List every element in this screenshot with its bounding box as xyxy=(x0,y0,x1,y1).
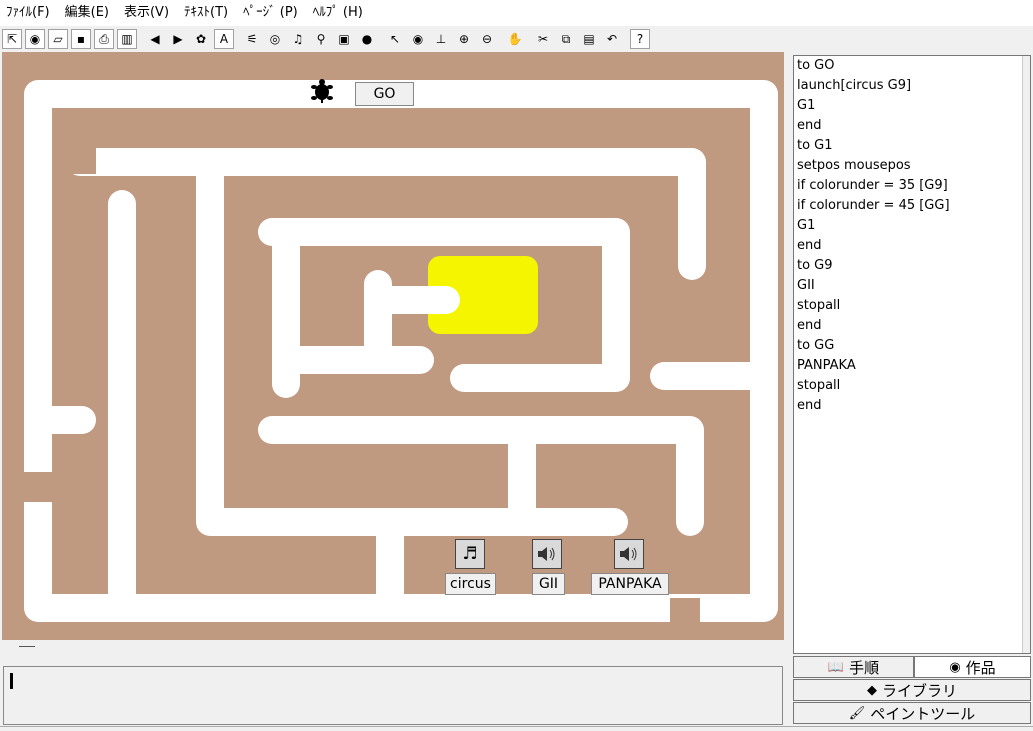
maze-paths xyxy=(24,80,778,622)
tab-paint-tools[interactable]: 🖌 ペイントツール xyxy=(793,702,1031,724)
zoom-in-icon[interactable]: ⊕ xyxy=(454,29,474,49)
shapes-icon: ◆ xyxy=(866,682,877,698)
procedure-line[interactable]: G1 xyxy=(794,216,1030,236)
procedure-line[interactable]: stopall xyxy=(794,296,1030,316)
maze-path-patch xyxy=(24,146,52,174)
video-icon[interactable]: ▣ xyxy=(334,29,354,49)
turtle-icon[interactable] xyxy=(309,78,335,104)
procedure-line[interactable]: GII xyxy=(794,276,1030,296)
procedure-line[interactable]: if colorunder = 45 [GG] xyxy=(794,196,1030,216)
menu-edit[interactable]: 編集(E) xyxy=(65,0,109,26)
menu-help[interactable]: ﾍﾙﾌﾟ (H) xyxy=(313,0,363,26)
gii-label: GII xyxy=(532,573,565,595)
globe-icon[interactable]: ◉ xyxy=(25,29,45,49)
procedure-line[interactable]: PANPAKA xyxy=(794,356,1030,376)
procedure-line[interactable]: launch[circus G9] xyxy=(794,76,1030,96)
button-icon[interactable]: ◎ xyxy=(265,29,285,49)
paste-icon[interactable]: ▤ xyxy=(579,29,599,49)
procedure-line[interactable]: end xyxy=(794,316,1030,336)
tab-library[interactable]: ◆ ライブラリ xyxy=(793,679,1031,701)
music-score-icon: ♬ xyxy=(462,544,478,564)
procedure-line[interactable]: stopall xyxy=(794,376,1030,396)
text-caret xyxy=(10,673,13,689)
circus-label: circus xyxy=(445,573,496,595)
stop-hand-icon[interactable]: ✋ xyxy=(505,29,525,49)
stamp-icon[interactable]: ⊥ xyxy=(431,29,451,49)
undo-icon[interactable]: ↶ xyxy=(602,29,622,49)
tab-procedures-label: 手順 xyxy=(849,658,880,677)
gii-sound-icon[interactable] xyxy=(532,539,562,569)
slider-icon[interactable]: ⚟ xyxy=(242,29,262,49)
toolbar: ⇱ ◉ ▱ ▪ ⎙ ▥ ◀ ▶ ✿ A ⚟ ◎ ♫ ⚲ ▣ ● ↖ ◉ ⊥ ⊕ ⊖ ✋ ✂ ⧉ ▤ ↶? xyxy=(0,26,1033,52)
page-view-icon[interactable]: ▥ xyxy=(117,29,137,49)
speaker-icon xyxy=(538,547,555,561)
record-icon[interactable]: ● xyxy=(357,29,377,49)
sound-icon[interactable]: ⚲ xyxy=(311,29,331,49)
circus-music-icon[interactable]: ♬ xyxy=(455,539,485,569)
menu-text[interactable]: ﾃｷｽﾄ(T) xyxy=(184,0,228,26)
procedure-line[interactable]: G1 xyxy=(794,96,1030,116)
procedure-line[interactable]: if colorunder = 35 [G9] xyxy=(794,176,1030,196)
tab-paint-tools-label: ペイントツール xyxy=(870,704,976,723)
tab-projects[interactable]: ◉ 作品 xyxy=(914,656,1031,678)
maze-drawing xyxy=(24,80,778,640)
new-turtle-icon[interactable]: ✿ xyxy=(191,29,211,49)
tab-library-label: ライブラリ xyxy=(881,681,957,700)
speaker-icon xyxy=(620,547,637,561)
procedures-scrollbar[interactable] xyxy=(1022,56,1030,653)
copy-icon[interactable]: ⧉ xyxy=(556,29,576,49)
scissors-icon[interactable]: ✂ xyxy=(533,29,553,49)
select-pointer-icon[interactable]: ↖ xyxy=(385,29,405,49)
procedure-line[interactable]: end xyxy=(794,236,1030,256)
message-divider xyxy=(19,646,35,647)
go-button[interactable]: GO xyxy=(355,82,414,106)
tab-projects-label: 作品 xyxy=(965,658,996,677)
procedure-line[interactable]: to G9 xyxy=(794,256,1030,276)
music-icon[interactable]: ♫ xyxy=(288,29,308,49)
print-icon[interactable]: ⎙ xyxy=(94,29,114,49)
stage-canvas[interactable]: GO ♬ circus GII PANPAKA xyxy=(2,52,784,640)
tab-procedures[interactable]: 📖 手順 xyxy=(793,656,914,678)
eye-icon[interactable]: ◉ xyxy=(408,29,428,49)
arrow-right-icon[interactable]: ▶ xyxy=(168,29,188,49)
procedure-line[interactable]: to G1 xyxy=(794,136,1030,156)
save-disk-icon[interactable]: ▪ xyxy=(71,29,91,49)
panpaka-label: PANPAKA xyxy=(591,573,669,595)
arrow-left-icon[interactable]: ◀ xyxy=(145,29,165,49)
menu-view[interactable]: 表示(V) xyxy=(124,0,169,26)
menu-page[interactable]: ﾍﾟｰｼﾞ (P) xyxy=(243,0,298,26)
globe-icon: ◉ xyxy=(949,659,961,675)
book-icon: 📖 xyxy=(827,659,845,675)
procedure-line[interactable]: end xyxy=(794,396,1030,416)
paintbrush-icon: 🖌 xyxy=(848,705,866,721)
procedure-line[interactable]: to GG xyxy=(794,336,1030,356)
status-bar xyxy=(0,726,1033,731)
zoom-out-icon[interactable]: ⊖ xyxy=(477,29,497,49)
command-center[interactable] xyxy=(3,666,783,725)
panpaka-sound-icon[interactable] xyxy=(614,539,644,569)
help-icon[interactable]: ? xyxy=(630,29,650,49)
pointer-small-icon[interactable]: ⇱ xyxy=(2,29,22,49)
menu-file[interactable]: ﾌｧｲﾙ(F) xyxy=(6,0,50,26)
procedure-line[interactable]: to GO xyxy=(794,56,1030,76)
menu-bar: ﾌｧｲﾙ(F) 編集(E) 表示(V) ﾃｷｽﾄ(T) ﾍﾟｰｼﾞ (P) ﾍﾙ… xyxy=(0,0,1033,26)
open-folder-icon[interactable]: ▱ xyxy=(48,29,68,49)
procedures-pane[interactable]: to GO launch[circus G9] G1 end to G1 setpos m… xyxy=(793,55,1031,654)
text-box-icon[interactable]: A xyxy=(214,29,234,49)
microworlds-window: ﾌｧｲﾙ(F) 編集(E) 表示(V) ﾃｷｽﾄ(T) ﾍﾟｰｼﾞ (P) ﾍﾙ… xyxy=(0,0,1033,731)
procedures-text[interactable]: to GO launch[circus G9] G1 end to G1 setpos m… xyxy=(794,56,1030,416)
procedure-line[interactable]: setpos mousepos xyxy=(794,156,1030,176)
procedure-line[interactable]: end xyxy=(794,116,1030,136)
